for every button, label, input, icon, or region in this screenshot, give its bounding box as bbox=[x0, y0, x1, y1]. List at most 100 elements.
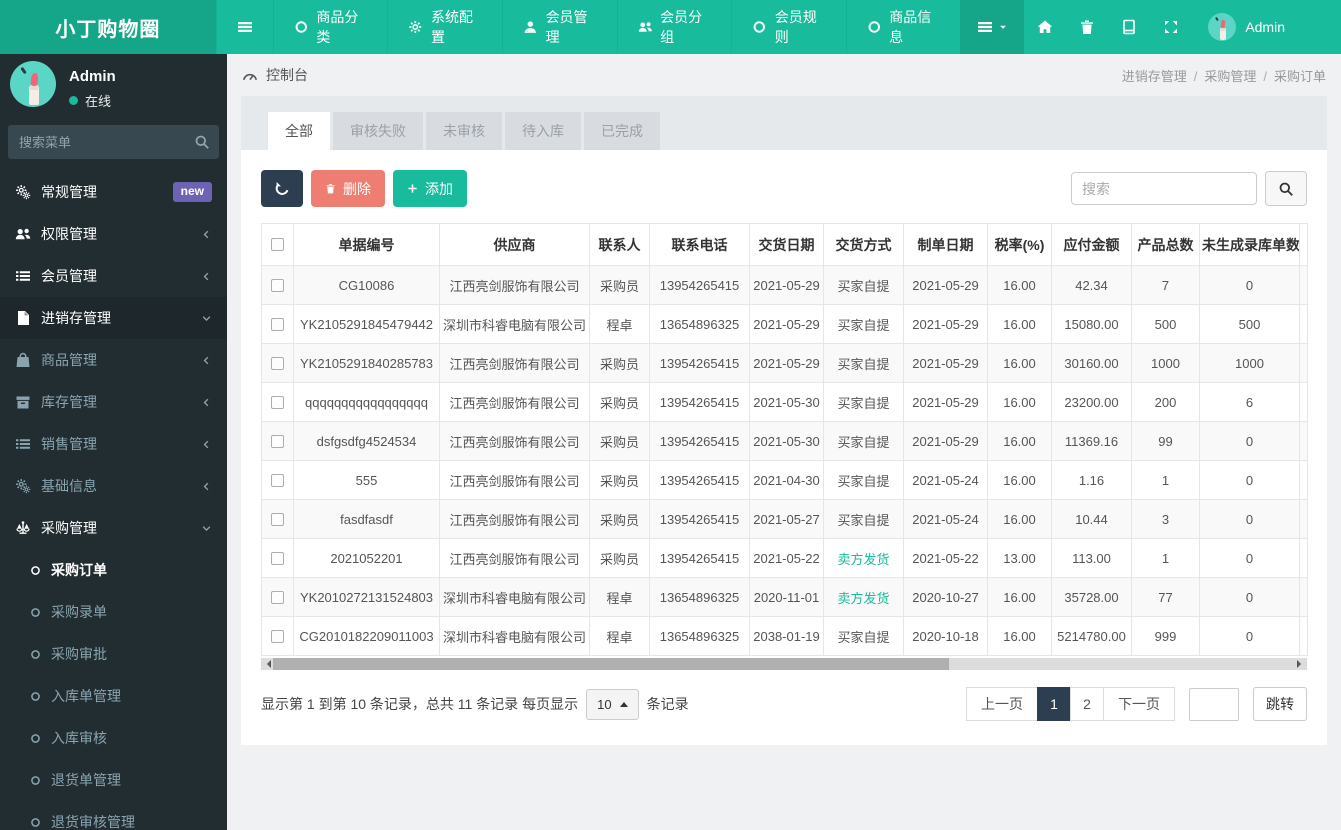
cell: 2021-05-29 bbox=[903, 343, 988, 383]
sidebar-subitem-5[interactable]: 退货单管理 bbox=[0, 759, 227, 801]
cell: 500 bbox=[1199, 304, 1300, 344]
sidebar-subitem-4[interactable]: 入库审核 bbox=[0, 717, 227, 759]
sidebar-item-6[interactable]: 销售管理 bbox=[0, 423, 227, 465]
breadcrumb-separator: / bbox=[1263, 68, 1267, 84]
delete-button[interactable]: 删除 bbox=[311, 170, 385, 207]
circle-icon bbox=[30, 607, 41, 618]
cell: 2021052201 bbox=[293, 538, 440, 578]
row-checkbox[interactable] bbox=[271, 473, 284, 487]
row-checkbox[interactable] bbox=[271, 278, 284, 292]
cell: 16.00 bbox=[987, 304, 1052, 344]
sidebar-subitem-3[interactable]: 入库单管理 bbox=[0, 675, 227, 717]
page-size-dropdown[interactable]: 10 bbox=[586, 688, 639, 720]
sidebar-item-3[interactable]: 进销存管理 bbox=[0, 297, 227, 339]
trash-icon[interactable] bbox=[1079, 19, 1095, 35]
row-checkbox[interactable] bbox=[271, 395, 284, 409]
top-menu-item-0[interactable] bbox=[215, 0, 273, 54]
cell: 0 bbox=[1199, 538, 1300, 578]
scroll-left-arrow-icon[interactable] bbox=[263, 660, 271, 668]
next-page-button[interactable]: 下一页 bbox=[1103, 687, 1175, 721]
top-menu-item-5[interactable]: 会员规则 bbox=[731, 0, 846, 54]
cell: 深圳市科睿电脑有限公司 bbox=[439, 577, 590, 617]
menu-toggle-button[interactable] bbox=[960, 0, 1025, 54]
cell: 13954265415 bbox=[649, 499, 750, 539]
cell: 16.00 bbox=[987, 616, 1052, 656]
select-all-checkbox[interactable] bbox=[271, 238, 284, 251]
cell: 程卓 bbox=[589, 616, 650, 656]
tab-1[interactable]: 审核失败 bbox=[333, 112, 423, 150]
scrollbar-thumb[interactable] bbox=[273, 658, 949, 670]
row-checkbox[interactable] bbox=[271, 551, 284, 565]
sidebar-item-4[interactable]: 商品管理 bbox=[0, 339, 227, 381]
breadcrumb-link-1[interactable]: 采购管理 bbox=[1204, 69, 1256, 84]
chevron-left-icon bbox=[201, 439, 212, 450]
row-select-cell bbox=[261, 421, 294, 461]
sidebar-item-label: 采购管理 bbox=[41, 520, 97, 536]
top-menu-item-2[interactable]: 系统配置 bbox=[387, 0, 502, 54]
sidebar-subitem-0[interactable]: 采购订单 bbox=[0, 549, 227, 591]
row-checkbox[interactable] bbox=[271, 356, 284, 370]
row-checkbox[interactable] bbox=[271, 590, 284, 604]
sidebar-search-input[interactable] bbox=[8, 125, 219, 159]
search-icon[interactable] bbox=[194, 134, 210, 150]
prev-page-button[interactable]: 上一页 bbox=[966, 687, 1038, 721]
cell: 5214780.00 bbox=[1051, 616, 1132, 656]
column-header-5: 交货方式 bbox=[823, 223, 904, 266]
sidebar-item-5[interactable]: 库存管理 bbox=[0, 381, 227, 423]
row-checkbox[interactable] bbox=[271, 434, 284, 448]
sidebar-subitem-1[interactable]: 采购录单 bbox=[0, 591, 227, 633]
cell: 13954265415 bbox=[649, 460, 750, 500]
table-search-button[interactable] bbox=[1265, 171, 1307, 206]
table-row: 555 江西亮剑服饰有限公司 采购员 13954265415 2021-04-30 买家自… bbox=[261, 460, 1308, 500]
tab-2[interactable]: 未审核 bbox=[426, 112, 502, 150]
cell: 2021-05-29 bbox=[749, 304, 824, 344]
home-icon[interactable] bbox=[1037, 19, 1053, 35]
scroll-right-arrow-icon[interactable] bbox=[1297, 660, 1305, 668]
row-checkbox[interactable] bbox=[271, 512, 284, 526]
book-icon[interactable] bbox=[1121, 19, 1137, 35]
sidebar-subitem-2[interactable]: 采购审批 bbox=[0, 633, 227, 675]
cell: 3 bbox=[1131, 499, 1200, 539]
sidebar-item-1[interactable]: 权限管理 bbox=[0, 213, 227, 255]
top-menu-item-3[interactable]: 会员管理 bbox=[501, 0, 617, 54]
cell: 江西亮剑服饰有限公司 bbox=[439, 265, 590, 305]
top-menu-item-6[interactable]: 商品信息 bbox=[845, 0, 961, 54]
sidebar-item-label: 库存管理 bbox=[41, 394, 97, 410]
add-button[interactable]: 添加 bbox=[393, 170, 467, 207]
page-jump-input[interactable] bbox=[1189, 687, 1239, 721]
cell: 999 bbox=[1131, 616, 1200, 656]
tab-4[interactable]: 已完成 bbox=[584, 112, 660, 150]
row-checkbox[interactable] bbox=[271, 629, 284, 643]
breadcrumb-link-2[interactable]: 采购订单 bbox=[1274, 69, 1326, 84]
brand-logo[interactable]: 小丁购物圈 bbox=[0, 0, 216, 54]
refresh-button[interactable] bbox=[261, 170, 303, 207]
top-menu-label: 会员分组 bbox=[660, 9, 703, 45]
breadcrumb[interactable]: 控制台 bbox=[242, 65, 308, 85]
expand-arrows-icon[interactable] bbox=[1163, 19, 1179, 35]
circle-icon bbox=[30, 691, 41, 702]
sidebar-item-7[interactable]: 基础信息 bbox=[0, 465, 227, 507]
row-checkbox[interactable] bbox=[271, 317, 284, 331]
top-menu-item-1[interactable]: 商品分类 bbox=[272, 0, 388, 54]
tab-0[interactable]: 全部 bbox=[268, 112, 330, 150]
cell: 2021-05-30 bbox=[749, 382, 824, 422]
sidebar-item-0[interactable]: 常规管理 new bbox=[0, 171, 227, 213]
sidebar-subitem-6[interactable]: 退货审核管理 bbox=[0, 801, 227, 830]
table-search-input[interactable] bbox=[1071, 172, 1257, 205]
page-button-1[interactable]: 1 bbox=[1037, 687, 1071, 721]
tab-3[interactable]: 待入库 bbox=[505, 112, 581, 150]
table-cutoff-cell bbox=[1299, 304, 1308, 344]
settings-gears-icon[interactable] bbox=[1307, 19, 1323, 35]
page-jump-button[interactable]: 跳转 bbox=[1253, 687, 1307, 721]
navbar-user[interactable]: Admin bbox=[1208, 13, 1285, 41]
box-icon bbox=[15, 394, 31, 410]
sidebar-item-8[interactable]: 采购管理 bbox=[0, 507, 227, 549]
top-menu-item-4[interactable]: 会员分组 bbox=[616, 0, 732, 54]
breadcrumb-link-0[interactable]: 进销存管理 bbox=[1122, 69, 1187, 84]
cell: 江西亮剑服饰有限公司 bbox=[439, 343, 590, 383]
row-select-cell bbox=[261, 382, 294, 422]
horizontal-scrollbar[interactable] bbox=[261, 658, 1307, 670]
page-button-2[interactable]: 2 bbox=[1070, 687, 1104, 721]
table-cutoff-cell bbox=[1299, 382, 1308, 422]
sidebar-item-2[interactable]: 会员管理 bbox=[0, 255, 227, 297]
